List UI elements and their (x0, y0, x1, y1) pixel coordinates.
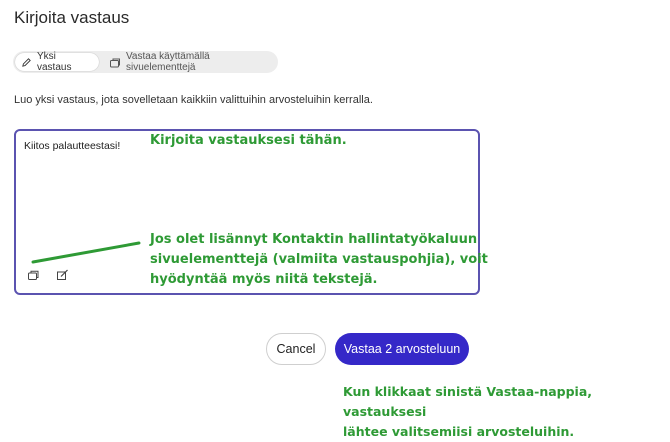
annotation-submit-line: lähtee valitsemiisi arvosteluihin. (343, 424, 575, 439)
edit-icon[interactable] (56, 268, 69, 286)
annotation-write-here: Kirjoita vastauksesi tähän. (150, 133, 347, 148)
snippet-icon[interactable] (27, 268, 40, 286)
response-text: Kiitos palautteestasi! (24, 140, 121, 152)
annotation-submit: Kun klikkaat sinistä Vastaa-nappia, vast… (343, 382, 670, 442)
annotation-snippets-line: hyödyntää myös niitä tekstejä. (150, 272, 378, 287)
cancel-button[interactable]: Cancel (266, 333, 326, 365)
page-title: Kirjoita vastaus (14, 8, 130, 27)
tab-use-snippets[interactable]: Vastaa käyttämällä sivuelementtejä (103, 51, 275, 73)
pencil-icon (22, 57, 31, 67)
annotation-snippets-line: sivuelementtejä (valmiita vastauspohjia)… (150, 252, 488, 267)
tab-single-response-label: Yksi vastaus (37, 51, 72, 73)
snippet-icon (110, 58, 120, 67)
tab-use-snippets-label: Vastaa käyttämällä sivuelementtejä (126, 51, 210, 73)
annotation-snippets: Jos olet lisännyt Kontaktin hallintatyök… (150, 230, 488, 290)
annotation-snippets-line: Jos olet lisännyt Kontaktin hallintatyök… (150, 232, 478, 247)
response-mode-toggle: Yksi vastaus Vastaa käyttämällä sivuelem… (13, 51, 278, 73)
annotation-submit-line: Kun klikkaat sinistä Vastaa-nappia, vast… (343, 384, 593, 419)
submit-reply-button[interactable]: Vastaa 2 arvosteluun (335, 333, 469, 365)
tab-single-response[interactable]: Yksi vastaus (15, 51, 99, 73)
description-text: Luo yksi vastaus, jota sovelletaan kaikk… (14, 94, 373, 106)
